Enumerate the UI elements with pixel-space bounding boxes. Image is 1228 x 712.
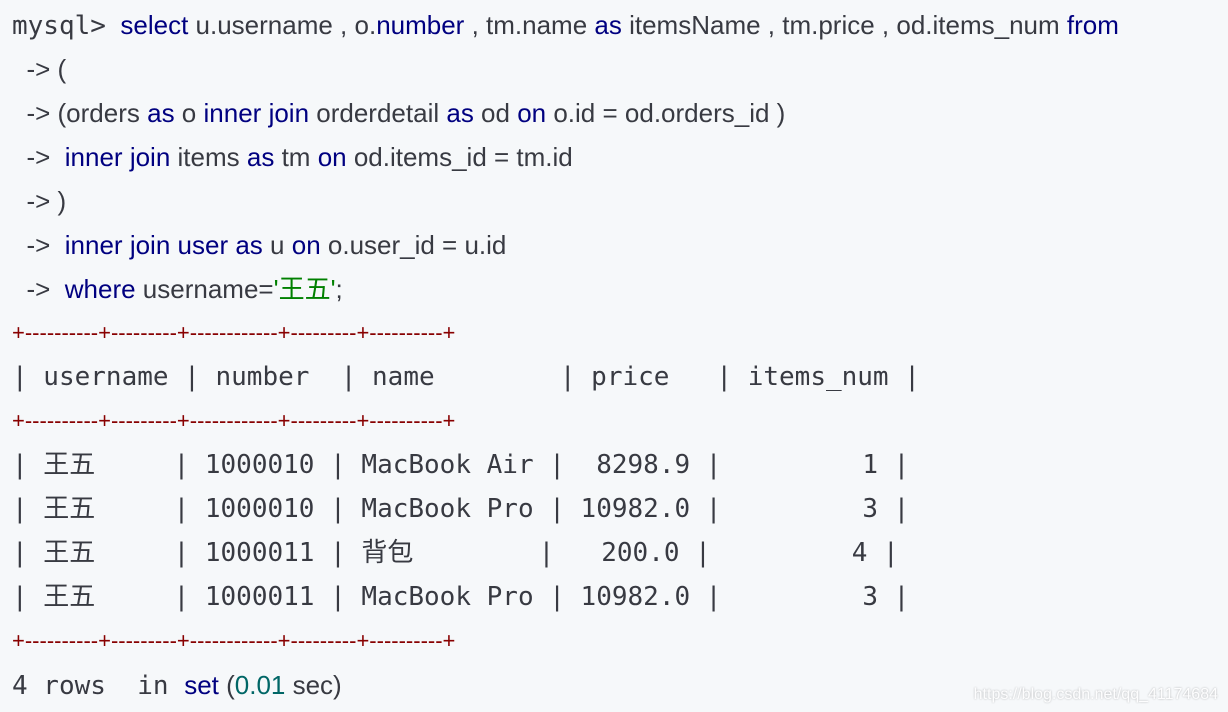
- kw-as: as: [147, 98, 175, 128]
- query-text: ): [50, 186, 67, 216]
- kw-on: on: [291, 230, 321, 260]
- table-header: | username | number | name | price | ite…: [12, 362, 920, 392]
- query-line-7: -> where username='王五';: [12, 267, 343, 311]
- summary-text: (: [218, 670, 235, 700]
- table-row: | 王五 | 1000011 | MacBook Pro | 10982.0 |…: [12, 582, 910, 612]
- query-line-6: -> inner join user as u on o.user_id = u…: [12, 223, 506, 267]
- continuation-prompt: ->: [26, 98, 51, 128]
- summary-text: sec): [285, 670, 342, 700]
- kw-inner: inner: [203, 98, 262, 128]
- continuation-prompt: ->: [26, 230, 51, 260]
- table-border-mid: +----------+---------+------------+-----…: [12, 408, 456, 433]
- query-text: (orders: [50, 98, 148, 128]
- kw-as: as: [594, 10, 622, 40]
- query-text: od.items_id = tm.id: [346, 142, 573, 172]
- kw-from: from: [1066, 10, 1119, 40]
- string-literal: '王五': [273, 274, 336, 304]
- summary-text: 4 rows in: [12, 671, 185, 701]
- query-text: items: [170, 142, 247, 172]
- table-border-top: +----------+---------+------------+-----…: [12, 320, 456, 345]
- query-text: u.username , o.: [188, 10, 377, 40]
- kw-set: set: [184, 670, 219, 700]
- query-line-2: -> (: [12, 47, 66, 91]
- continuation-prompt: ->: [26, 142, 51, 172]
- continuation-prompt: ->: [26, 274, 51, 304]
- kw-join: join: [268, 98, 310, 128]
- query-text: o.id = od.orders_id ): [546, 98, 786, 128]
- table-row: | 王五 | 1000011 | 背包 | 200.0 | 4 |: [12, 538, 899, 568]
- query-line-3: -> (orders as o inner join orderdetail a…: [12, 91, 785, 135]
- kw-as: as: [235, 230, 263, 260]
- table-row: | 王五 | 1000010 | MacBook Pro | 10982.0 |…: [12, 494, 910, 524]
- query-line-5: -> ): [12, 179, 66, 223]
- kw-inner: inner: [64, 230, 123, 260]
- query-line-1: mysql> select u.username , o.number , tm…: [12, 3, 1119, 47]
- query-text: , tm.name: [464, 10, 595, 40]
- query-text: od: [473, 98, 518, 128]
- kw-on: on: [517, 98, 547, 128]
- kw-as: as: [246, 142, 275, 172]
- query-time: 0.01: [234, 670, 286, 700]
- query-text: u: [262, 230, 292, 260]
- table-row: | 王五 | 1000010 | MacBook Air | 8298.9 | …: [12, 450, 910, 480]
- kw-inner: inner: [64, 142, 123, 172]
- query-text: ;: [335, 274, 343, 304]
- query-text: tm: [274, 142, 318, 172]
- kw-user: user: [177, 230, 229, 260]
- watermark: https://blog.csdn.net/qq_41174684: [973, 686, 1218, 703]
- kw-join: join: [129, 142, 171, 172]
- terminal-output: mysql> select u.username , o.number , tm…: [0, 0, 1228, 712]
- continuation-prompt: ->: [26, 54, 51, 84]
- query-text: o.user_id = u.id: [320, 230, 507, 260]
- query-text: (: [50, 54, 67, 84]
- kw-on: on: [317, 142, 347, 172]
- query-text: orderdetail: [309, 98, 447, 128]
- kw-as: as: [446, 98, 474, 128]
- query-text: username=: [135, 274, 274, 304]
- result-summary: 4 rows in set (0.01 sec): [12, 663, 342, 707]
- table-border-bottom: +----------+---------+------------+-----…: [12, 628, 456, 653]
- query-text: itemsName , tm.price , od.items_num: [621, 10, 1067, 40]
- kw-where: where: [64, 274, 136, 304]
- query-text: o: [174, 98, 204, 128]
- query-line-4: -> inner join items as tm on od.items_id…: [12, 135, 573, 179]
- kw-number: number: [376, 10, 465, 40]
- kw-join: join: [129, 230, 171, 260]
- kw-select: select: [120, 10, 189, 40]
- mysql-prompt: mysql>: [12, 11, 106, 41]
- continuation-prompt: ->: [26, 186, 51, 216]
